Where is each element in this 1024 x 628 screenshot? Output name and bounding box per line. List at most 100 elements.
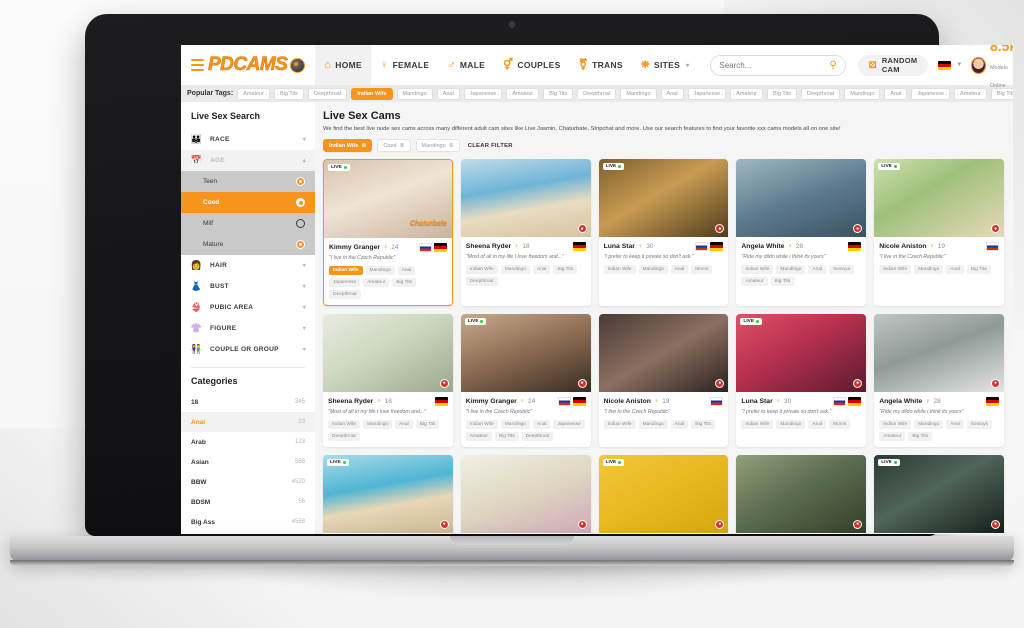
popular-tag-chip[interactable]: Japanesse — [688, 88, 727, 100]
card-tag[interactable]: Japanesse — [553, 420, 584, 429]
card-thumbnail[interactable]: LIVEChaturbate — [324, 160, 452, 238]
card-tag[interactable]: Amateur — [879, 432, 905, 441]
card-tag[interactable]: Mandingo — [501, 265, 530, 274]
card-thumbnail[interactable]: ● — [461, 159, 591, 237]
card-tag[interactable]: Indian Wife — [466, 265, 498, 274]
cam-card[interactable]: LIVE●Nicole Aniston♀19 — [874, 455, 1004, 534]
popular-tag-chip[interactable]: Amateur — [730, 88, 763, 100]
card-tag[interactable]: Amateur — [363, 278, 389, 287]
category-bdsm[interactable]: BDSM56 — [181, 492, 315, 512]
model-name[interactable]: Angela White — [879, 398, 922, 405]
category-bbw[interactable]: BBW4520 — [181, 472, 315, 492]
card-tag[interactable]: Mandingo — [639, 420, 668, 429]
card-tag[interactable]: Anal — [808, 420, 826, 429]
card-tag[interactable]: Deepthroat — [328, 432, 360, 441]
active-filter-chip[interactable]: Indian Wife⊗ — [323, 139, 372, 152]
search-icon[interactable]: ⚲ — [829, 60, 836, 71]
card-tag[interactable]: Indian Wife — [879, 420, 911, 429]
card-thumbnail[interactable]: LIVE● — [599, 455, 729, 533]
filter-pubic-area[interactable]: 👙PUBIC AREA▾ — [181, 297, 315, 318]
language-selector[interactable]: ▼ — [938, 61, 962, 70]
card-tag[interactable]: Deepthroat — [522, 432, 554, 441]
cam-card[interactable]: ●Angela White♀28"Ride my dildo while i t… — [736, 159, 866, 306]
model-name[interactable]: Nicole Aniston — [879, 243, 926, 250]
card-tag[interactable]: Anal — [533, 265, 551, 274]
site-logo[interactable]: PDCAMS — [204, 45, 311, 85]
card-tag[interactable]: Moms — [829, 420, 850, 429]
nav-item-home[interactable]: ⌂HOME — [315, 45, 371, 85]
cam-card[interactable]: ●Angela White♀28"Ride my dildo while i t… — [874, 314, 1004, 447]
popular-tag-chip[interactable]: Anal — [661, 88, 684, 100]
cam-card[interactable]: LIVE●Kimmy Granger♀24 — [323, 455, 453, 534]
card-thumbnail[interactable]: LIVE● — [874, 159, 1004, 237]
card-tag[interactable]: Big Tits — [691, 420, 715, 429]
card-tag[interactable]: Big Tits — [392, 278, 416, 287]
popular-tag-chip[interactable]: Mandingo — [844, 88, 880, 100]
model-name[interactable]: Luna Star — [741, 398, 772, 405]
card-tag[interactable]: Indian Wife — [741, 265, 773, 274]
cam-card[interactable]: ●Nicole Aniston♀19"I live in the Czech R… — [599, 314, 729, 447]
cam-card[interactable]: ●Sheena Ryder♀18"Most of all in my life … — [323, 314, 453, 447]
card-tag[interactable]: Sextoys — [829, 265, 854, 274]
card-tag[interactable]: Big Tits — [771, 277, 795, 286]
card-tag[interactable]: Mandingo — [501, 420, 530, 429]
random-cam-button[interactable]: ⚄ RANDOM CAM — [858, 55, 929, 76]
category-18[interactable]: 18345 — [181, 392, 315, 412]
active-filter-chip[interactable]: Mandingo⊗ — [416, 139, 460, 152]
card-tag[interactable]: Big Tits — [553, 265, 577, 274]
card-thumbnail[interactable]: LIVE● — [461, 314, 591, 392]
card-tag[interactable]: Mandingo — [776, 265, 805, 274]
card-thumbnail[interactable]: ● — [736, 455, 866, 533]
cam-card[interactable]: LIVE●Luna Star♀30"I prefer to keep it pr… — [599, 159, 729, 306]
filter-bust[interactable]: 👗BUST▾ — [181, 276, 315, 297]
popular-tag-chip[interactable]: Japanesse — [464, 88, 503, 100]
popular-tag-chip[interactable]: Big Tits — [543, 88, 573, 100]
card-thumbnail[interactable]: ● — [874, 314, 1004, 392]
popular-tag-chip[interactable]: Indian Wife — [351, 88, 392, 100]
filter-couple-or-group[interactable]: 👫COUPLE OR GROUP▾ — [181, 339, 315, 360]
filter-figure[interactable]: 👚FIGURE▾ — [181, 318, 315, 339]
search-box[interactable]: ⚲ — [710, 55, 845, 76]
active-filter-chip[interactable]: Coed⊗ — [377, 139, 410, 152]
card-tag[interactable]: Amateur — [741, 277, 767, 286]
model-name[interactable]: Sheena Ryder — [328, 398, 373, 405]
card-tag[interactable]: Moms — [691, 265, 712, 274]
filter-age[interactable]: 📅AGE▴ — [181, 150, 315, 171]
popular-tag-chip[interactable]: Deepthroat — [801, 88, 840, 100]
category-big-ass[interactable]: Big Ass4568 — [181, 512, 315, 532]
card-thumbnail[interactable]: ● — [461, 455, 591, 533]
card-tag[interactable]: Anal — [946, 265, 964, 274]
popular-tag-chip[interactable]: Anal — [437, 88, 460, 100]
cam-card[interactable]: LIVEChaturbateKimmy Granger♀24"I live in… — [323, 159, 453, 306]
popular-tag-chip[interactable]: Anal — [884, 88, 907, 100]
card-tag[interactable]: Indian Wife — [604, 265, 636, 274]
radio-button[interactable] — [296, 240, 305, 249]
filter-hair[interactable]: 👩HAIR▾ — [181, 255, 315, 276]
popular-tag-chip[interactable]: Big Tits — [767, 88, 797, 100]
card-tag[interactable]: Mandingo — [366, 266, 395, 275]
model-name[interactable]: Angela White — [741, 243, 784, 250]
card-tag[interactable]: Anal — [395, 420, 413, 429]
card-tag[interactable]: Mandingo — [776, 420, 805, 429]
card-tag[interactable]: Indian Wife — [466, 420, 498, 429]
hamburger-icon[interactable] — [181, 45, 204, 85]
card-tag[interactable]: Big Tits — [416, 420, 440, 429]
popular-tag-chip[interactable]: Deepthroat — [308, 88, 347, 100]
popular-tag-chip[interactable]: Mandingo — [397, 88, 433, 100]
popular-tag-chip[interactable]: Mandingo — [620, 88, 656, 100]
card-tag[interactable]: Japanesse — [329, 278, 360, 287]
popular-tag-chip[interactable]: Deepthroat — [577, 88, 616, 100]
card-tag[interactable]: Indian Wife — [741, 420, 773, 429]
popular-tag-chip[interactable]: Amateur — [237, 88, 270, 100]
card-tag[interactable]: Mandingo — [363, 420, 392, 429]
card-tag[interactable]: Anal — [398, 266, 416, 275]
cam-card[interactable]: LIVE●Luna Star♀30"I prefer to keep it pr… — [736, 314, 866, 447]
card-thumbnail[interactable]: LIVE● — [736, 314, 866, 392]
cam-card[interactable]: LIVE●Kimmy Granger♀24"I live in the Czec… — [461, 314, 591, 447]
card-tag[interactable]: Big Tits — [495, 432, 519, 441]
card-tag[interactable]: Indian Wife — [879, 265, 911, 274]
card-tag[interactable]: Anal — [946, 420, 964, 429]
category-asian[interactable]: Asian568 — [181, 452, 315, 472]
card-tag[interactable]: Indian Wife — [329, 266, 363, 275]
model-name[interactable]: Nicole Aniston — [604, 398, 651, 405]
